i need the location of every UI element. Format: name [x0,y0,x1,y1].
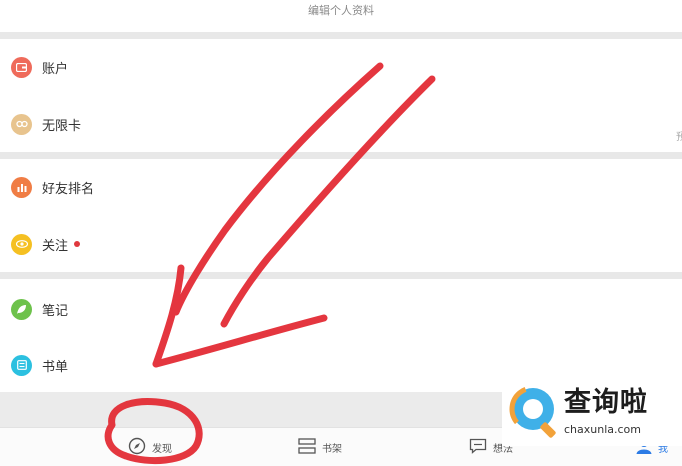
menu-item-label: 书单 [42,359,69,375]
section-divider [0,32,682,39]
menu-item-following[interactable]: 关注 [0,216,682,272]
section-divider [0,152,682,159]
menu-item-notes[interactable]: 笔记 [0,281,682,337]
social-group: 好友排名 关注 [0,159,682,272]
watermark-subtitle: chaxunla.com [564,423,641,436]
watermark-title: 查询啦 [564,387,648,418]
wallet-icon [11,56,32,78]
section-divider [0,272,682,279]
menu-item-label: 无限卡 [42,118,82,134]
menu-item-label: 好友排名 [42,181,95,197]
edit-profile-link[interactable]: 编辑个人资料 [0,2,682,18]
right-hint-text: 预 [676,132,682,143]
compass-icon [128,437,146,459]
bookshelf-icon [298,437,316,458]
leaf-icon [11,298,32,320]
tab-discover[interactable]: 发现 [128,428,172,466]
tab-bookshelf[interactable]: 书架 [298,428,342,466]
watermark: 查询啦 chaxunla.com [502,378,682,446]
menu-item-infinite-card[interactable]: 无限卡 [0,96,682,152]
menu-item-label: 关注 [42,238,69,254]
tab-label: 书架 [322,444,342,455]
notes-group: 笔记 书单 [0,279,682,392]
menu-item-friend-ranking[interactable]: 好友排名 [0,159,682,215]
menu-item-account[interactable]: 账户 [0,39,682,95]
tab-label: 发现 [152,444,172,455]
comment-icon [469,438,487,458]
profile-header: 编辑个人资料 [0,0,682,32]
menu-item-label: 账户 [42,61,69,77]
menu-item-label: 笔记 [42,303,69,319]
watermark-logo-icon [509,385,557,438]
booklist-icon [11,354,32,376]
notification-dot [74,241,80,247]
card-icon [11,113,32,135]
ranking-icon [11,176,32,198]
account-group: 账户 无限卡 [0,39,682,152]
eye-icon [11,233,32,255]
